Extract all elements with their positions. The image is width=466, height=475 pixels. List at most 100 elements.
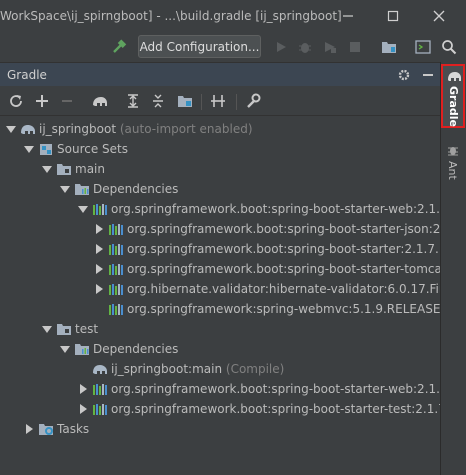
dependencies-icon [74,181,90,197]
coverage-icon[interactable] [319,36,341,58]
tree-row[interactable]: org.springframework:spring-webmvc:5.1.9.… [0,299,440,319]
tree-item-label: org.springframework.boot:spring-boot-sta… [111,402,440,416]
remove-icon[interactable] [57,91,77,111]
collapsed-arrow-icon[interactable] [94,224,104,234]
panel-title: Gradle [7,68,47,82]
expanded-arrow-icon[interactable] [60,184,70,194]
library-icon [92,401,108,417]
tree-row[interactable]: ij_springboot (auto-import enabled) [0,119,440,139]
tree-row[interactable]: main [0,159,440,179]
search-icon[interactable] [438,36,460,58]
gradle-project-tree: ij_springboot (auto-import enabled) Sourc… [0,117,440,475]
tree-row[interactable]: org.springframework.boot:spring-boot-sta… [0,259,440,279]
close-button[interactable] [429,6,449,26]
maximize-button[interactable] [383,6,403,26]
terminal-icon[interactable] [412,36,434,58]
tree-row[interactable]: org.springframework.boot:spring-boot-sta… [0,239,440,259]
wrench-icon[interactable] [243,91,263,111]
collapsed-arrow-icon[interactable] [94,264,104,274]
hide-panel-icon[interactable] [418,65,438,85]
expanded-arrow-icon[interactable] [78,204,88,214]
tree-row[interactable]: Dependencies [0,179,440,199]
library-icon [108,241,124,257]
expanded-arrow-icon[interactable] [42,164,52,174]
debug-icon[interactable] [294,36,316,58]
ant-icon [445,142,461,158]
library-icon [92,201,108,217]
collapsed-arrow-icon[interactable] [94,284,104,294]
tree-item-label: org.springframework.boot:spring-boot-sta… [111,382,440,396]
collapse-all-icon[interactable] [148,91,168,111]
tree-row[interactable]: org.springframework.boot:spring-boot-sta… [0,379,440,399]
dependencies-icon [74,341,90,357]
library-icon [108,261,124,277]
tree-item-label: org.springframework.boot:spring-boot-sta… [111,202,440,216]
expanded-arrow-icon[interactable] [60,344,70,354]
tree-item-label: main [75,162,105,176]
tree-item-label: Source Sets [57,142,128,156]
tasks-folder-icon [38,421,54,437]
tree-row[interactable]: Tasks [0,419,440,439]
tree-item-label: Dependencies [93,182,179,196]
tree-item-label: Tasks [57,422,90,436]
gradle-toolbar [0,86,440,116]
tree-item-label: org.springframework:spring-webmvc:5.1.9.… [127,302,440,316]
gradle-elephant-icon [446,69,462,83]
gradle-panel-header: Gradle [0,62,440,86]
tree-row[interactable]: org.springframework.boot:spring-boot-sta… [0,199,440,219]
tree-item-label: org.springframework.boot:spring-boot-sta… [127,242,440,256]
tree-item-label: test [75,322,99,336]
tree-item-label: org.springframework.boot:spring-boot-sta… [127,222,440,236]
tree-item-label: ij_springboot (auto-import enabled) [39,122,253,136]
tree-row[interactable]: test [0,319,440,339]
minimize-button[interactable] [338,6,358,26]
title-bar: WorkSpace\ij_spirngboot] - ...\build.gra… [0,0,466,32]
toggle-offline-icon[interactable] [208,91,228,111]
library-icon [108,281,124,297]
source-sets-icon [38,141,54,157]
run-icon[interactable] [270,36,292,58]
tree-item-hint: (auto-import enabled) [119,122,253,136]
gradle-side-tab[interactable]: Gradle [441,64,465,128]
project-structure-icon[interactable] [378,36,400,58]
library-icon [92,381,108,397]
gear-icon[interactable] [394,65,414,85]
tree-item-label: org.springframework.boot:spring-boot-sta… [127,262,440,276]
expanded-arrow-icon[interactable] [24,144,34,154]
folder-icon [56,321,72,337]
add-icon[interactable] [32,91,52,111]
collapsed-arrow-icon[interactable] [78,404,88,414]
add-configuration-button[interactable]: Add Configuration... [138,35,261,58]
tree-row[interactable]: org.springframework.boot:spring-boot-sta… [0,219,440,239]
tree-row[interactable]: org.hibernate.validator:hibernate-valida… [0,279,440,299]
folder-icon [56,161,72,177]
gradle-elephant-icon [92,361,108,377]
tree-item-label: Dependencies [93,342,179,356]
tree-item-label: org.hibernate.validator:hibernate-valida… [127,282,440,296]
attach-project-icon[interactable] [175,91,195,111]
toolbar-separator [236,94,237,110]
tree-item-hint: (Compile) [225,362,285,376]
gradle-elephant-icon [20,121,36,137]
build-hammer-icon[interactable] [108,36,130,58]
library-icon [108,221,124,237]
gradle-elephant-icon[interactable] [90,91,110,111]
refresh-icon[interactable] [6,91,26,111]
collapsed-arrow-icon[interactable] [78,384,88,394]
tree-row[interactable]: ij_springboot:main (Compile) [0,359,440,379]
stop-icon[interactable] [344,36,366,58]
tree-item-label: ij_springboot:main (Compile) [111,362,285,376]
expanded-arrow-icon[interactable] [42,324,52,334]
tree-row[interactable]: Source Sets [0,139,440,159]
window-title: WorkSpace\ij_spirngboot] - ...\build.gra… [0,9,342,23]
toolbar-separator [201,94,202,110]
library-icon [108,301,124,317]
expanded-arrow-icon[interactable] [6,124,16,134]
tree-row[interactable]: Dependencies [0,339,440,359]
gradle-tab-label: Gradle [447,86,460,127]
tree-row[interactable]: org.springframework.boot:spring-boot-sta… [0,399,440,419]
collapsed-arrow-icon[interactable] [24,424,34,434]
collapsed-arrow-icon[interactable] [94,244,104,254]
ant-tab-label[interactable]: Ant [446,161,459,180]
expand-all-icon[interactable] [123,91,143,111]
